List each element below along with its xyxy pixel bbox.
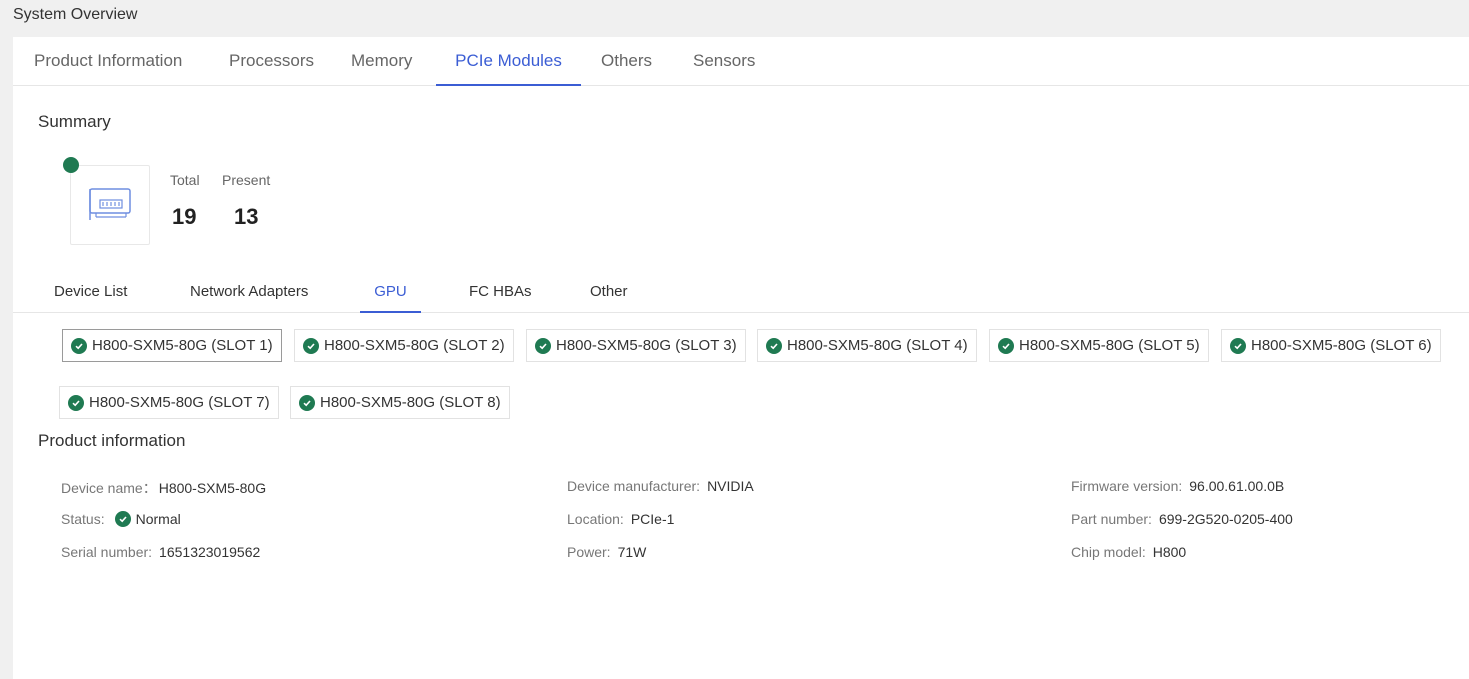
- serial-number-row: Serial number: 1651323019562: [61, 544, 260, 560]
- page-title: System Overview: [13, 6, 138, 23]
- part-number-row: Part number: 699-2G520-0205-400: [1071, 511, 1293, 527]
- pcie-card-icon: [89, 188, 131, 220]
- status-value: Normal: [135, 511, 181, 527]
- sub-tab-device-list[interactable]: Device List: [54, 275, 127, 313]
- manufacturer-value: NVIDIA: [707, 478, 754, 494]
- part-number-label: Part number:: [1071, 511, 1152, 527]
- check-circle-icon: [535, 337, 551, 354]
- present-label: Present: [222, 172, 271, 188]
- product-information-title: Product information: [38, 431, 186, 450]
- tab-others[interactable]: Others: [601, 37, 652, 86]
- gpu-slot-label: H800-SXM5-80G (SLOT 4): [787, 337, 968, 354]
- status-label: Status:: [61, 511, 105, 527]
- tab-processors[interactable]: Processors: [229, 37, 314, 86]
- top-tab-bar: Product Information Processors Memory PC…: [13, 37, 1469, 86]
- location-row: Location: PCIe-1: [567, 511, 674, 527]
- location-label: Location:: [567, 511, 624, 527]
- pcie-summary-card: [70, 165, 150, 245]
- tab-pcie-modules[interactable]: PCIe Modules: [436, 37, 581, 86]
- gpu-slot-3-button[interactable]: H800-SXM5-80G (SLOT 3): [526, 329, 746, 362]
- check-circle-icon: [114, 511, 131, 527]
- firmware-label: Firmware version:: [1071, 478, 1183, 494]
- firmware-row: Firmware version: 96.00.61.00.0B: [1071, 478, 1284, 494]
- sub-tab-network-adapters[interactable]: Network Adapters: [190, 275, 308, 313]
- status-row: Status: Normal: [61, 511, 181, 527]
- check-circle-icon: [998, 337, 1014, 354]
- gpu-slot-1-button[interactable]: H800-SXM5-80G (SLOT 1): [62, 329, 282, 362]
- manufacturer-row: Device manufacturer: NVIDIA: [567, 478, 754, 494]
- content-panel: Product Information Processors Memory PC…: [13, 37, 1469, 679]
- gpu-slot-5-button[interactable]: H800-SXM5-80G (SLOT 5): [989, 329, 1209, 362]
- status-dot: [63, 157, 79, 173]
- total-value: 19: [172, 204, 197, 229]
- serial-number-label: Serial number:: [61, 544, 153, 560]
- gpu-slot-2-button[interactable]: H800-SXM5-80G (SLOT 2): [294, 329, 514, 362]
- serial-number-value: 1651323019562: [159, 544, 261, 560]
- sub-tab-fc-hbas[interactable]: FC HBAs: [469, 275, 532, 313]
- gpu-slot-4-button[interactable]: H800-SXM5-80G (SLOT 4): [757, 329, 977, 362]
- firmware-value: 96.00.61.00.0B: [1189, 478, 1285, 494]
- device-name-row: Device name： H800-SXM5-80G: [61, 478, 266, 498]
- pcie-sub-tab-bar: Device List Network Adapters GPU FC HBAs…: [13, 275, 1469, 313]
- gpu-slot-label: H800-SXM5-80G (SLOT 3): [556, 337, 737, 354]
- chip-model-value: H800: [1152, 544, 1187, 560]
- check-circle-icon: [68, 394, 84, 411]
- chip-model-label: Chip model:: [1071, 544, 1146, 560]
- gpu-slot-label: H800-SXM5-80G (SLOT 7): [89, 394, 270, 411]
- gpu-slot-label: H800-SXM5-80G (SLOT 5): [1019, 337, 1200, 354]
- gpu-slot-label: H800-SXM5-80G (SLOT 8): [320, 394, 501, 411]
- gpu-slot-label: H800-SXM5-80G (SLOT 6): [1251, 337, 1432, 354]
- power-row: Power: 71W: [567, 544, 646, 560]
- check-circle-icon: [1230, 337, 1246, 354]
- gpu-slot-8-button[interactable]: H800-SXM5-80G (SLOT 8): [290, 386, 510, 419]
- manufacturer-label: Device manufacturer:: [567, 478, 701, 494]
- summary-title: Summary: [38, 112, 111, 131]
- check-circle-icon: [303, 337, 319, 354]
- location-value: PCIe-1: [630, 511, 675, 527]
- power-label: Power:: [567, 544, 611, 560]
- part-number-value: 699-2G520-0205-400: [1158, 511, 1293, 527]
- check-circle-icon: [766, 337, 782, 354]
- gpu-slot-7-button[interactable]: H800-SXM5-80G (SLOT 7): [59, 386, 279, 419]
- gpu-slot-label: H800-SXM5-80G (SLOT 2): [324, 337, 505, 354]
- power-value: 71W: [617, 544, 647, 560]
- check-circle-icon: [71, 337, 87, 354]
- tab-product-information[interactable]: Product Information: [34, 37, 182, 86]
- present-value: 13: [234, 204, 259, 229]
- device-name-value: H800-SXM5-80G: [158, 480, 267, 496]
- sub-tab-gpu[interactable]: GPU: [360, 275, 421, 313]
- gpu-slot-6-button[interactable]: H800-SXM5-80G (SLOT 6): [1221, 329, 1441, 362]
- sub-tab-other[interactable]: Other: [590, 275, 628, 313]
- tab-sensors[interactable]: Sensors: [693, 37, 755, 86]
- chip-model-row: Chip model: H800: [1071, 544, 1186, 560]
- check-circle-icon: [299, 394, 315, 411]
- total-label: Total: [170, 172, 200, 188]
- tab-memory[interactable]: Memory: [351, 37, 412, 86]
- device-name-label: Device name：: [61, 480, 157, 496]
- gpu-slot-label: H800-SXM5-80G (SLOT 1): [92, 337, 273, 354]
